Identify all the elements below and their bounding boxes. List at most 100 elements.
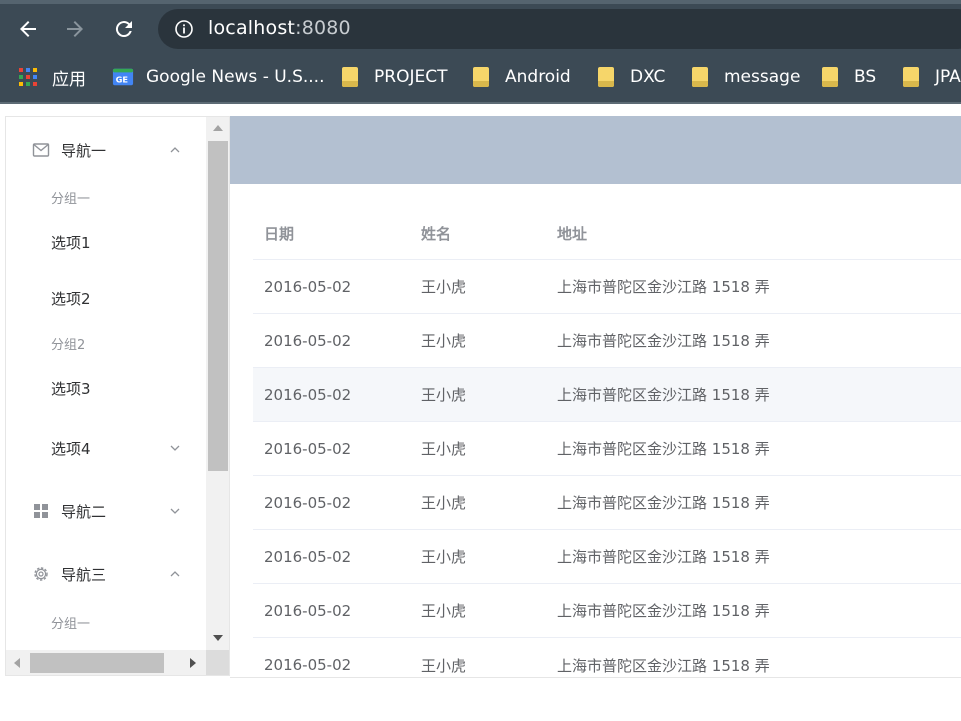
bookmark-label: BS — [854, 67, 877, 87]
url-host: localhost — [208, 17, 296, 39]
bookmark-label: DXC — [630, 67, 666, 87]
horizontal-scroll-thumb[interactable] — [30, 653, 164, 673]
bookmark-google-news[interactable]: GE Google News - U.S.... — [112, 58, 324, 96]
chevron-down-icon — [170, 508, 180, 514]
menu-item-option1[interactable]: 选项1 — [6, 217, 206, 267]
submenu-option4[interactable]: 选项4 — [6, 423, 206, 473]
cell-date: 2016-05-02 — [264, 439, 352, 458]
cell-date: 2016-05-02 — [264, 277, 352, 296]
folder-icon — [598, 67, 614, 87]
reload-button[interactable] — [107, 12, 141, 46]
content-bottom-border — [230, 677, 961, 678]
reload-icon — [115, 21, 132, 38]
cell-address: 上海市普陀区金沙江路 1518 弄 — [557, 440, 770, 458]
bookmark-jpa[interactable]: JPA — [903, 58, 961, 96]
submenu-nav3[interactable]: 导航三 — [6, 549, 206, 599]
cell-date: 2016-05-02 — [264, 656, 352, 674]
cell-date: 2016-05-02 — [264, 547, 352, 566]
menu-item-label: 选项3 — [51, 379, 91, 398]
scroll-left-arrow-icon[interactable] — [14, 658, 20, 668]
bookmark-dxc[interactable]: DXC — [598, 58, 665, 96]
setting-icon — [34, 567, 48, 581]
menu-item-label: 选项1 — [51, 233, 91, 252]
cell-date: 2016-05-02 — [264, 385, 352, 404]
column-header-name: 姓名 — [421, 225, 452, 243]
folder-icon — [692, 67, 708, 87]
horizontal-scrollbar[interactable] — [6, 650, 206, 675]
bookmark-project[interactable]: PROJECT — [342, 58, 447, 96]
cell-address: 上海市普陀区金沙江路 1518 弄 — [557, 602, 770, 620]
bookmark-bs[interactable]: BS — [822, 58, 876, 96]
chevron-down-icon — [170, 445, 180, 451]
address-bar[interactable]: localhost:8080 — [158, 9, 961, 49]
cell-address: 上海市普陀区金沙江路 1518 弄 — [557, 494, 770, 512]
scroll-up-arrow-icon[interactable] — [213, 125, 223, 131]
vertical-scroll-thumb[interactable] — [208, 141, 228, 471]
folder-icon — [342, 67, 358, 87]
bookmark-label: message — [724, 67, 801, 87]
back-button[interactable] — [11, 12, 45, 46]
url-text[interactable]: localhost:8080 — [208, 17, 351, 39]
cell-date: 2016-05-02 — [264, 601, 352, 620]
menu-group-title: 分组一 — [51, 192, 91, 207]
bookmark-label: JPA — [935, 67, 961, 87]
apps-grid-icon — [19, 68, 37, 86]
submenu-nav2[interactable]: 导航二 — [6, 486, 206, 536]
table-row-hovered[interactable]: 2016-05-02 王小虎 上海市普陀区金沙江路 1518 弄 — [253, 368, 961, 422]
menu-group-title: 分组2 — [51, 338, 86, 353]
cell-name: 王小虎 — [421, 548, 467, 566]
svg-text:GE: GE — [116, 75, 129, 85]
google-news-icon: GE — [112, 68, 134, 86]
back-arrow-icon — [20, 21, 36, 37]
forward-arrow-icon — [67, 21, 83, 37]
menu-item-label: 选项2 — [51, 289, 91, 308]
bookmark-label: 应用 — [52, 69, 86, 90]
vertical-scrollbar[interactable] — [206, 117, 229, 650]
table-row[interactable]: 2016-05-02 王小虎 上海市普陀区金沙江路 1518 弄 — [253, 476, 961, 530]
chrome-top-border — [0, 0, 961, 4]
folder-icon — [473, 67, 489, 87]
menu-group-title: 分组一 — [51, 617, 91, 632]
cell-date: 2016-05-02 — [264, 331, 352, 350]
table-row[interactable]: 2016-05-02 王小虎 上海市普陀区金沙江路 1518 弄 — [253, 314, 961, 368]
column-header-address: 地址 — [557, 225, 588, 243]
cell-name: 王小虎 — [421, 386, 467, 404]
bookmark-apps[interactable]: 应用 — [17, 58, 86, 96]
cell-address: 上海市普陀区金沙江路 1518 弄 — [557, 548, 770, 566]
table-row[interactable]: 2016-05-02 王小虎 上海市普陀区金沙江路 1518 弄 — [253, 638, 961, 676]
bookmarks-bar: 应用 GE Google News - U.S.... PROJECT Andr… — [0, 58, 961, 96]
menu-item-label: 选项4 — [51, 439, 91, 458]
scroll-right-arrow-icon[interactable] — [190, 658, 196, 668]
table-row[interactable]: 2016-05-02 王小虎 上海市普陀区金沙江路 1518 弄 — [253, 260, 961, 314]
bookmark-label: Google News - U.S.... — [146, 67, 325, 87]
bookmark-message[interactable]: message — [692, 58, 800, 96]
menu-grid-icon — [34, 504, 48, 518]
cell-name: 王小虎 — [421, 602, 467, 620]
bookmark-android[interactable]: Android — [473, 58, 571, 96]
menu-item-option2[interactable]: 选项2 — [6, 273, 206, 323]
bookmark-label: Android — [505, 67, 571, 87]
cell-name: 王小虎 — [421, 278, 467, 296]
url-port: :8080 — [295, 17, 351, 39]
submenu-nav2-label: 导航二 — [61, 502, 107, 521]
cell-name: 王小虎 — [421, 332, 467, 350]
menu-item-option3[interactable]: 选项3 — [6, 363, 206, 413]
table-row[interactable]: 2016-05-02 王小虎 上海市普陀区金沙江路 1518 弄 — [253, 584, 961, 638]
scroll-down-arrow-icon[interactable] — [213, 635, 223, 641]
cell-address: 上海市普陀区金沙江路 1518 弄 — [557, 386, 770, 404]
chevron-up-icon — [170, 571, 180, 577]
bookmark-label: PROJECT — [374, 67, 448, 87]
forward-button[interactable] — [58, 12, 92, 46]
submenu-nav1[interactable]: 导航一 — [6, 125, 206, 175]
cell-name: 王小虎 — [421, 440, 467, 458]
scrollbar-corner — [206, 650, 229, 675]
submenu-nav3-label: 导航三 — [61, 565, 107, 584]
nav-menu: 导航一 分组一 选项1 选项2 分组2 选项3 选项4 导航二 导航三 分组一 — [6, 117, 206, 650]
table-header: 日期 姓名 地址 — [253, 208, 961, 260]
table-row[interactable]: 2016-05-02 王小虎 上海市普陀区金沙江路 1518 弄 — [253, 422, 961, 476]
cell-name: 王小虎 — [421, 494, 467, 512]
info-icon[interactable] — [174, 19, 194, 39]
table-row[interactable]: 2016-05-02 王小虎 上海市普陀区金沙江路 1518 弄 — [253, 530, 961, 584]
browser-chrome: localhost:8080 应用 GE Google News - U.S..… — [0, 0, 961, 104]
cell-address: 上海市普陀区金沙江路 1518 弄 — [557, 656, 770, 675]
